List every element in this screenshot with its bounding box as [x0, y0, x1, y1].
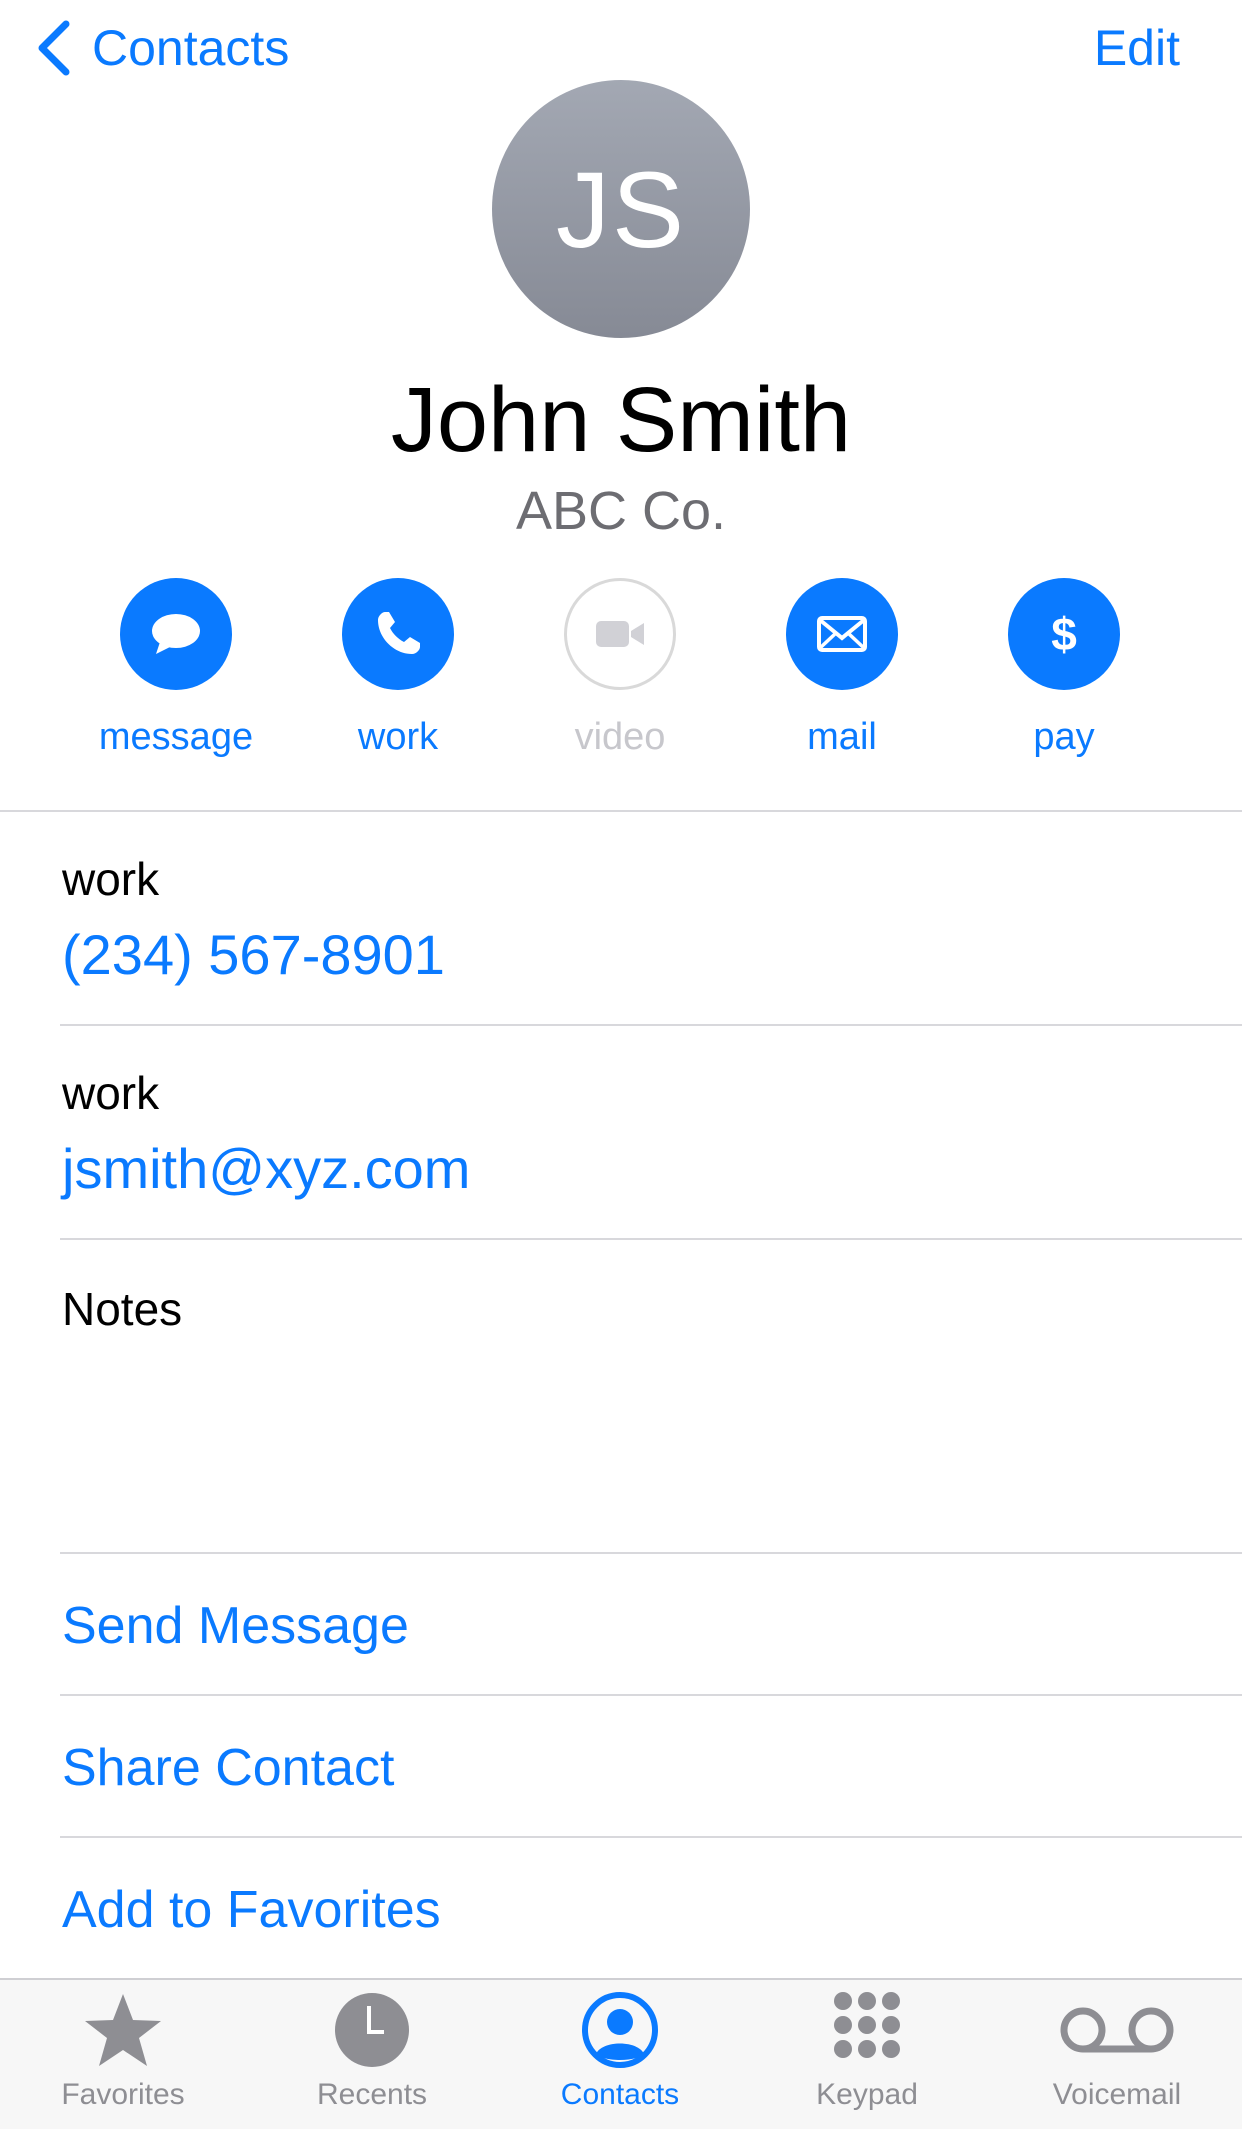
video-camera-icon	[596, 621, 644, 647]
person-circle-icon	[580, 1990, 660, 2070]
row-divider	[60, 1024, 1242, 1026]
notes-field[interactable]	[62, 1350, 1182, 1540]
phone-field-label: work	[62, 853, 160, 905]
tab-voicemail[interactable]: Voicemail	[1007, 1990, 1227, 2112]
pay-action-circle: $	[1008, 578, 1120, 690]
avatar: JS	[492, 80, 750, 338]
message-action-button[interactable]: message	[76, 578, 276, 759]
keypad-icon	[827, 1990, 907, 2070]
phone-number-link[interactable]: (234) 567-8901	[62, 922, 445, 987]
video-action-button[interactable]: video	[520, 578, 720, 759]
pay-action-label: pay	[1033, 716, 1095, 758]
send-message-button[interactable]: Send Message	[62, 1596, 409, 1656]
back-button-label: Contacts	[92, 20, 290, 76]
message-action-label: message	[98, 716, 254, 758]
pay-action-button[interactable]: $ pay	[964, 578, 1164, 759]
tab-contacts-label: Contacts	[560, 2078, 680, 2111]
tab-favorites-label: Favorites	[61, 2078, 185, 2111]
envelope-icon	[817, 616, 867, 652]
row-divider	[60, 1694, 1242, 1696]
chevron-left-icon	[38, 20, 70, 76]
email-field-label: work	[62, 1067, 160, 1119]
row-divider	[60, 1552, 1242, 1554]
mail-action-button[interactable]: mail	[742, 578, 942, 759]
call-work-action-button[interactable]: work	[298, 578, 498, 759]
video-action-label: video	[574, 716, 666, 758]
mail-action-label: mail	[807, 716, 877, 758]
tab-keypad[interactable]: Keypad	[757, 1990, 977, 2112]
call-action-label: work	[357, 716, 439, 758]
tab-favorites[interactable]: Favorites	[13, 1990, 233, 2112]
tab-keypad-label: Keypad	[816, 2078, 918, 2111]
tab-contacts[interactable]: Contacts	[510, 1990, 730, 2112]
tab-voicemail-label: Voicemail	[1052, 2078, 1182, 2111]
avatar-initials: JS	[555, 148, 687, 270]
edit-button[interactable]: Edit	[1094, 12, 1180, 84]
phone-icon	[378, 612, 420, 654]
row-divider	[60, 1836, 1242, 1838]
contact-name: John Smith	[390, 369, 852, 471]
share-contact-button[interactable]: Share Contact	[62, 1738, 394, 1798]
svg-text:$: $	[1051, 608, 1077, 660]
tab-recents[interactable]: Recents	[262, 1990, 482, 2112]
mail-action-circle	[786, 578, 898, 690]
header-divider	[0, 810, 1242, 812]
notes-label: Notes	[62, 1283, 183, 1335]
voicemail-icon	[1057, 1990, 1177, 2070]
clock-icon	[332, 1990, 412, 2070]
message-bubble-icon	[152, 614, 200, 654]
call-action-circle	[342, 578, 454, 690]
back-button[interactable]: Contacts	[34, 12, 289, 84]
row-divider	[60, 1238, 1242, 1240]
message-action-circle	[120, 578, 232, 690]
video-action-circle	[564, 578, 676, 690]
contact-company: ABC Co.	[515, 481, 727, 541]
tab-recents-label: Recents	[316, 2078, 428, 2111]
add-to-favorites-button[interactable]: Add to Favorites	[62, 1880, 441, 1940]
email-address-link[interactable]: jsmith@xyz.com	[62, 1136, 470, 1201]
dollar-icon: $	[1051, 608, 1077, 660]
star-icon	[83, 1990, 163, 2070]
